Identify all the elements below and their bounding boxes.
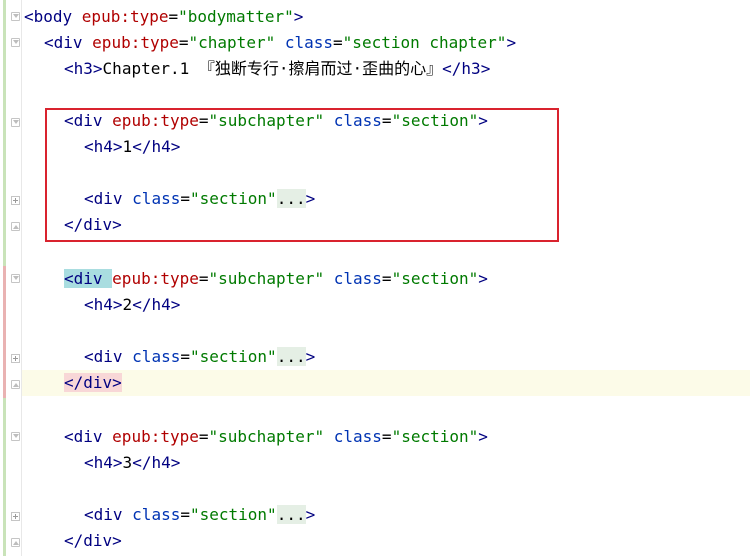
- code-token: ...: [276, 347, 306, 366]
- code-token: <div: [84, 347, 133, 366]
- fold-toggle-icon[interactable]: [11, 12, 20, 21]
- code-token: "section": [391, 427, 479, 446]
- code-line[interactable]: <div epub:type="chapter" class="section …: [22, 30, 750, 56]
- code-token: =: [333, 33, 343, 52]
- code-token: >: [293, 7, 304, 26]
- code-line[interactable]: <h4>3</h4>: [22, 450, 750, 476]
- code-line[interactable]: </div>: [22, 528, 750, 554]
- code-line[interactable]: <h4>2</h4>: [22, 292, 750, 318]
- code-token: <div: [84, 505, 133, 524]
- code-token: <h4: [84, 453, 113, 472]
- code-line[interactable]: [22, 318, 750, 344]
- code-token: <div: [44, 33, 93, 52]
- code-token: class: [333, 269, 382, 288]
- code-token: "bodymatter": [178, 7, 294, 26]
- code-token: "subchapter": [208, 269, 325, 288]
- code-token: </div>: [64, 531, 122, 550]
- code-token: ...: [276, 505, 306, 524]
- fold-toggle-icon[interactable]: [11, 118, 20, 127]
- code-token: class: [132, 347, 181, 366]
- code-token: </div>: [64, 373, 122, 392]
- code-token: class: [132, 505, 181, 524]
- code-token: <h3: [64, 59, 93, 78]
- fold-toggle-icon[interactable]: [11, 274, 20, 283]
- code-token: <h4: [84, 295, 113, 314]
- code-token: </h3>: [442, 59, 491, 78]
- change-marker-added: [3, 0, 6, 266]
- code-token: "chapter": [188, 33, 276, 52]
- code-line[interactable]: <body epub:type="bodymatter">: [22, 4, 750, 30]
- highlight-box: [45, 108, 559, 242]
- code-token: >: [506, 33, 517, 52]
- fold-end-icon[interactable]: [11, 222, 20, 231]
- fold-end-icon[interactable]: [11, 538, 20, 547]
- code-token: =: [180, 347, 190, 366]
- code-token: >: [478, 427, 488, 446]
- expand-icon[interactable]: [11, 354, 20, 363]
- change-marker-added: [3, 398, 6, 556]
- code-token: "subchapter": [208, 427, 325, 446]
- fold-toggle-icon[interactable]: [11, 38, 20, 47]
- code-token: =: [178, 33, 189, 52]
- code-token: >: [478, 269, 488, 288]
- code-token: =: [198, 427, 209, 446]
- code-line[interactable]: <div epub:type="subchapter" class="secti…: [22, 266, 750, 292]
- code-line[interactable]: <div class="section"...>: [22, 344, 750, 370]
- code-token: >: [305, 505, 316, 524]
- code-token: <body: [24, 7, 82, 26]
- code-token: epub:type: [112, 427, 199, 446]
- code-token: <div: [64, 427, 113, 446]
- code-token: >: [112, 295, 123, 314]
- expand-icon[interactable]: [11, 196, 20, 205]
- code-token: =: [381, 269, 392, 288]
- code-token: =: [180, 505, 190, 524]
- code-token: "section chapter": [342, 33, 507, 52]
- code-token: =: [198, 269, 209, 288]
- code-token: =: [168, 7, 179, 26]
- expand-icon[interactable]: [11, 512, 20, 521]
- code-token: epub:type: [81, 7, 169, 26]
- code-token: class: [284, 33, 334, 52]
- code-token: "section": [189, 505, 277, 524]
- code-token: >: [305, 347, 316, 366]
- code-token: "section": [189, 347, 277, 366]
- code-token: Chapter.1 『独断专行·擦肩而过·歪曲的心』: [102, 59, 443, 78]
- code-line[interactable]: [22, 398, 750, 424]
- code-token: =: [381, 427, 392, 446]
- fold-end-icon[interactable]: [11, 380, 20, 389]
- code-token: class: [333, 427, 382, 446]
- code-line[interactable]: </div>: [22, 370, 750, 396]
- code-line[interactable]: [22, 82, 750, 108]
- code-line[interactable]: <div epub:type="subchapter" class="secti…: [22, 424, 750, 450]
- code-token: </h4>: [132, 453, 181, 472]
- code-line[interactable]: <div class="section"...>: [22, 502, 750, 528]
- code-token: epub:type: [92, 33, 179, 52]
- code-token: >: [92, 59, 103, 78]
- fold-toggle-icon[interactable]: [11, 432, 20, 441]
- code-line[interactable]: <h3>Chapter.1 『独断专行·擦肩而过·歪曲的心』</h3>: [22, 56, 750, 82]
- code-token: </h4>: [132, 295, 181, 314]
- change-marker-modified: [3, 266, 6, 398]
- code-token: "section": [391, 269, 479, 288]
- code-token: <div: [64, 269, 113, 288]
- code-token: 2: [122, 295, 133, 314]
- code-line[interactable]: [22, 476, 750, 502]
- code-token: 3: [122, 453, 133, 472]
- code-token: >: [112, 453, 123, 472]
- code-token: epub:type: [112, 269, 199, 288]
